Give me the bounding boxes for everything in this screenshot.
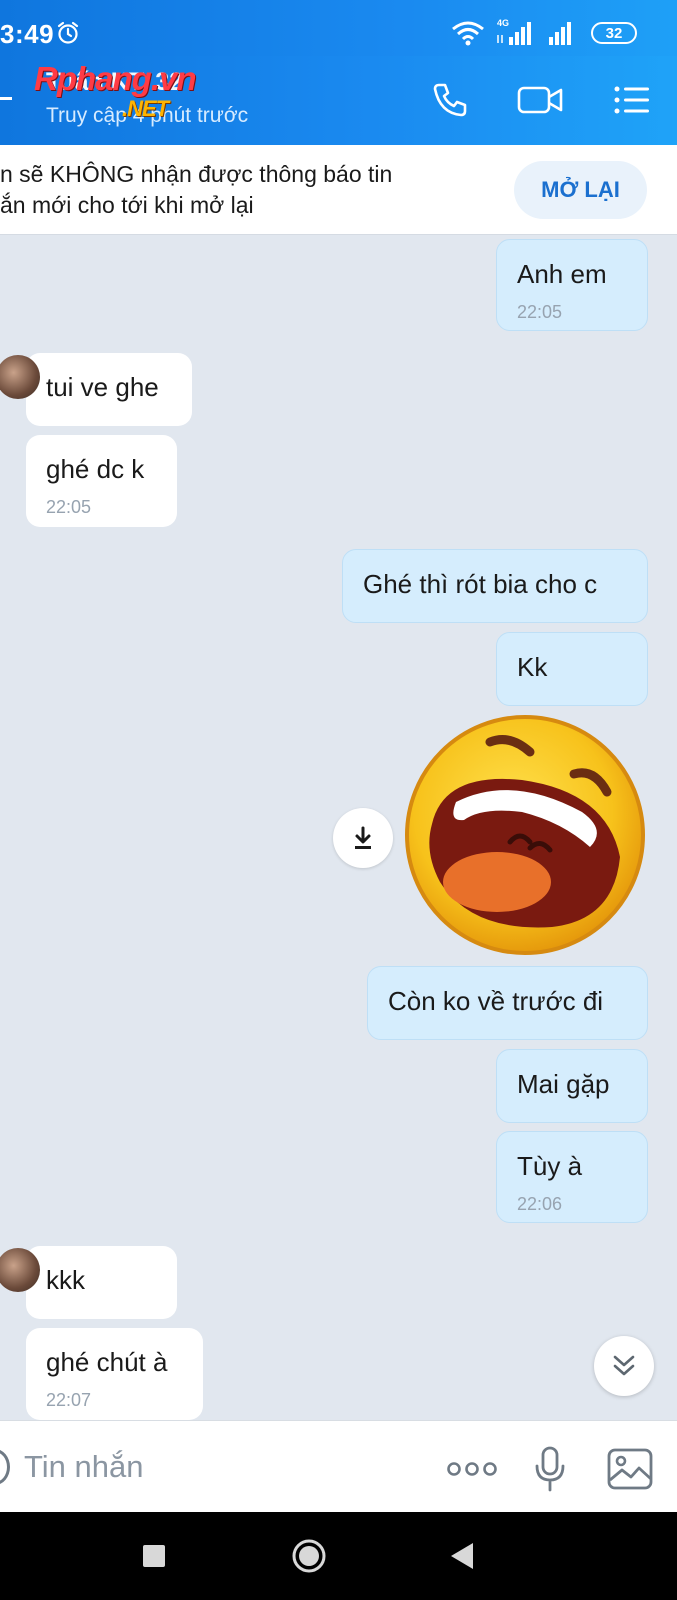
- unmute-button[interactable]: MỞ LẠI: [514, 161, 647, 219]
- voice-message-button[interactable]: [532, 1446, 568, 1492]
- video-call-icon: [517, 86, 563, 114]
- back-button[interactable]: [444, 1538, 480, 1574]
- double-chevron-down-icon: [613, 1355, 635, 1376]
- message-text: Kk: [517, 652, 548, 682]
- message-bubble-sent[interactable]: Anh em 22:05: [496, 239, 648, 331]
- more-options-button[interactable]: [446, 1447, 498, 1491]
- message-text: Anh em: [517, 259, 607, 289]
- chat-header: Tuấn KT. 32 Truy cập 4 phút trước Rphang…: [0, 56, 677, 145]
- message-bubble-received[interactable]: ghé chút à 22:07: [26, 1328, 203, 1420]
- microphone-icon: [535, 1446, 565, 1492]
- more-icon: [447, 1462, 497, 1476]
- status-time: 3:49: [0, 19, 55, 49]
- contact-avatar[interactable]: [0, 355, 40, 399]
- status-bar: 3:49 4G 32: [0, 0, 677, 56]
- watermark-logo: Rphang.vn .NET: [34, 60, 196, 121]
- message-bubble-sent[interactable]: Tùy à 22:06: [496, 1131, 648, 1223]
- phone-icon: [433, 83, 467, 117]
- contact-avatar[interactable]: [0, 1248, 40, 1292]
- message-bubble-sent[interactable]: Mai gặp: [496, 1049, 648, 1123]
- message-text: ghé chút à: [46, 1347, 168, 1377]
- wifi-icon: [452, 21, 484, 46]
- message-time: 22:06: [517, 1194, 563, 1214]
- menu-icon: [614, 86, 649, 114]
- alarm-icon: [57, 21, 79, 44]
- message-text: tui ve ghe: [46, 372, 159, 402]
- message-text: ghé dc k: [46, 454, 145, 484]
- message-input-bar: [0, 1420, 677, 1512]
- laughing-face-sticker[interactable]: [402, 712, 648, 958]
- signal-icon-2: [549, 22, 571, 45]
- recents-icon: [143, 1545, 165, 1567]
- muted-notice-text: n sẽ KHÔNG nhận được thông báo tin ắn mớ…: [0, 161, 393, 218]
- message-time: 22:07: [46, 1390, 92, 1410]
- home-icon: [292, 1539, 326, 1573]
- status-indicators: 4G 32: [451, 18, 637, 46]
- message-text: kkk: [46, 1265, 85, 1295]
- video-call-button[interactable]: [516, 78, 566, 122]
- chat-menu-button[interactable]: [610, 78, 654, 122]
- message-text: Tùy à: [517, 1151, 583, 1181]
- download-icon: [355, 826, 371, 849]
- back-icon: [451, 1543, 473, 1569]
- message-input[interactable]: [24, 1443, 404, 1491]
- message-time: 22:05: [517, 302, 563, 322]
- image-icon: [607, 1448, 653, 1490]
- send-image-button[interactable]: [606, 1447, 654, 1491]
- home-button[interactable]: [291, 1538, 327, 1574]
- mobile-signal-4g: 4G: [495, 18, 533, 45]
- scroll-to-bottom-button[interactable]: [594, 1336, 654, 1396]
- message-time: 22:05: [46, 497, 92, 517]
- system-nav-bar: [0, 1512, 677, 1600]
- phone-call-button[interactable]: [428, 78, 472, 122]
- battery-icon: 32: [591, 22, 637, 44]
- download-sticker-button[interactable]: [333, 808, 393, 868]
- muted-notice-banner: n sẽ KHÔNG nhận được thông báo tin ắn mớ…: [0, 145, 677, 235]
- message-bubble-received[interactable]: tui ve ghe: [0, 353, 192, 426]
- message-bubble-received[interactable]: ghé dc k 22:05: [26, 435, 177, 527]
- message-text: Còn ko về trước đi: [388, 986, 604, 1016]
- message-bubble-sent[interactable]: Ghé thì rót bia cho c: [342, 549, 648, 623]
- battery-level: 32: [605, 24, 623, 42]
- message-bubble-sent[interactable]: Còn ko về trước đi: [367, 966, 648, 1040]
- network-type: 4G: [497, 18, 510, 28]
- message-bubble-received[interactable]: kkk: [0, 1246, 177, 1319]
- recents-button[interactable]: [136, 1538, 172, 1574]
- back-arrow-icon[interactable]: [0, 97, 12, 100]
- message-text: Ghé thì rót bia cho c: [363, 569, 598, 599]
- message-bubble-sent[interactable]: Kk: [496, 632, 648, 706]
- emoji-icon[interactable]: [0, 1449, 10, 1485]
- message-text: Mai gặp: [517, 1069, 610, 1099]
